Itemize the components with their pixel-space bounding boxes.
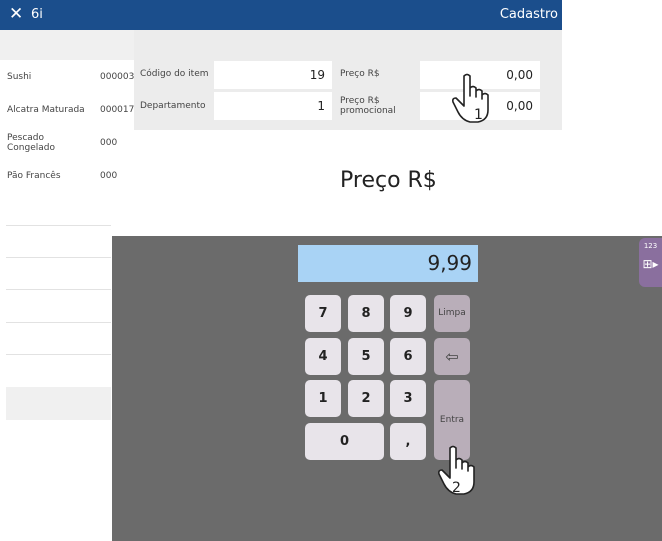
pointer-hand-icon: 1 xyxy=(452,73,489,123)
key-3[interactable]: 3 xyxy=(390,380,426,417)
key-9[interactable]: 9 xyxy=(390,295,426,332)
list-item[interactable]: Alcatra Maturada 000017 xyxy=(0,93,134,126)
key-comma[interactable]: , xyxy=(390,423,426,460)
pointer-hand-icon: 2 xyxy=(438,445,475,496)
close-icon[interactable]: ✕ xyxy=(9,3,23,25)
departamento-field[interactable]: 1 xyxy=(214,92,332,120)
item-code: 000017 xyxy=(100,104,134,115)
backspace-button[interactable]: ⇦ xyxy=(434,338,470,375)
input-prompt: Preço R$ xyxy=(340,168,437,193)
codigo-field[interactable]: 19 xyxy=(214,61,332,89)
screen-title: Cadastro xyxy=(499,7,558,22)
item-code: 000003 xyxy=(100,71,134,82)
step-number: 2 xyxy=(452,480,461,496)
divider xyxy=(6,289,111,290)
keyboard-mode-label: 123 xyxy=(643,242,658,250)
list-item[interactable]: Pescado Congelado 000 xyxy=(0,126,134,159)
item-name: Alcatra Maturada xyxy=(7,104,85,115)
list-header xyxy=(0,30,134,60)
key-5[interactable]: 5 xyxy=(348,338,384,375)
key-7[interactable]: 7 xyxy=(305,295,341,332)
key-2[interactable]: 2 xyxy=(348,380,384,417)
key-6[interactable]: 6 xyxy=(390,338,426,375)
clear-button[interactable]: Limpa xyxy=(434,295,470,332)
item-code: 000 xyxy=(100,170,118,181)
codigo-label: Código do item xyxy=(140,69,209,79)
divider xyxy=(6,322,111,323)
list-item-empty xyxy=(6,387,111,420)
key-8[interactable]: 8 xyxy=(348,295,384,332)
keyboard-icon: ⊞▸ xyxy=(642,257,659,271)
app-title: 6i xyxy=(31,7,43,22)
preco-label: Preço R$ xyxy=(340,69,380,79)
item-name: Pão Francês xyxy=(7,170,61,181)
preco-promo-label: Preço R$ promocional xyxy=(340,96,396,116)
item-code: 000 xyxy=(100,137,118,148)
key-0[interactable]: 0 xyxy=(305,423,384,460)
keyboard-toggle-tab[interactable]: 123 ⊞▸ xyxy=(639,238,662,287)
divider xyxy=(6,225,111,226)
divider xyxy=(6,354,111,355)
title-bar: ✕ 6i Cadastro xyxy=(0,0,562,30)
key-4[interactable]: 4 xyxy=(305,338,341,375)
keypad-display: 9,99 xyxy=(298,245,478,282)
key-1[interactable]: 1 xyxy=(305,380,341,417)
item-name: Sushi xyxy=(7,71,32,82)
list-item[interactable]: Sushi 000003 xyxy=(0,60,134,93)
departamento-label: Departamento xyxy=(140,101,206,111)
list-item[interactable]: Pão Francês 000 xyxy=(0,159,134,192)
item-name: Pescado Congelado xyxy=(7,132,55,153)
step-number: 1 xyxy=(474,107,483,123)
divider xyxy=(6,257,111,258)
